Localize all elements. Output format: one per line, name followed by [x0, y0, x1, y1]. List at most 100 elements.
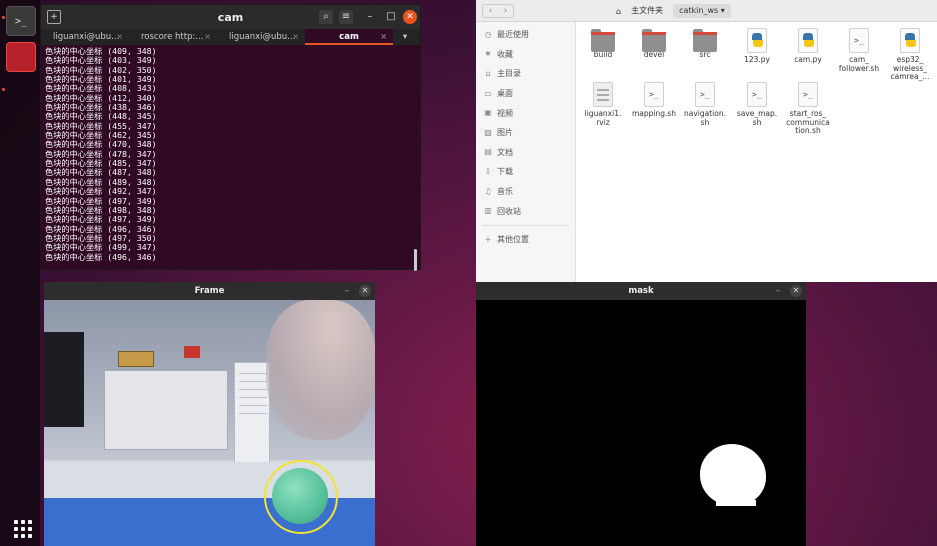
file-item[interactable]: devel — [628, 28, 680, 60]
detection-circle — [264, 460, 338, 534]
file-item[interactable]: >_ cam_ follower.sh — [833, 28, 885, 73]
file-item[interactable]: >_ mapping.sh — [628, 82, 680, 119]
minimize-icon[interactable]: – — [345, 282, 349, 300]
terminal-window[interactable]: + cam ⌕ ≡ – □ ✕ liguanxi@ubu... × roscore… — [40, 4, 421, 271]
breadcrumb-current[interactable]: catkin_ws ▾ — [673, 4, 731, 18]
file-manager-header: ‹ › ⌂ 主文件夹 catkin_ws ▾ — [476, 0, 937, 22]
breadcrumb-home[interactable]: 主文件夹 — [625, 4, 669, 18]
file-name: navigation. sh — [684, 109, 726, 127]
sidebar-item[interactable]: ▨ 图片 — [476, 123, 575, 143]
sidebar-item[interactable]: ♫ 音乐 — [476, 182, 575, 202]
image-icon: ▨ — [484, 127, 492, 137]
close-icon[interactable]: ✕ — [790, 285, 802, 297]
mask-titlebar[interactable]: mask – ✕ — [476, 282, 806, 300]
rviz-file-icon — [593, 82, 613, 107]
camera-flag — [184, 346, 200, 358]
camera-board — [118, 351, 154, 367]
sidebar: ◷ 最近使用 ★ 收藏 ⌂ 主目录 ▭ 桌面 ▣ 视频 ▨ 图片 ▤ 文档 ⇩ 下载 ♫ 音乐 ▥ 回收站 + 其他位置 — [476, 22, 576, 282]
file-name: devel — [643, 50, 665, 59]
camera-hand — [266, 300, 375, 440]
mask-blob-base — [716, 500, 756, 506]
search-icon[interactable]: ⌕ — [319, 10, 333, 24]
file-item[interactable]: >_ save_map. sh — [731, 82, 783, 127]
tab-roscore[interactable]: roscore http:... × — [129, 29, 217, 45]
file-manager-window[interactable]: ‹ › ⌂ 主文件夹 catkin_ws ▾ ◷ 最近使用 ★ 收藏 ⌂ 主目录 ▭ 桌面 ▣ 视… — [476, 0, 937, 282]
trash-icon: ▥ — [484, 206, 492, 216]
file-name: src — [699, 50, 711, 59]
close-tab-icon[interactable]: × — [292, 29, 299, 45]
file-name: save_map. sh — [736, 109, 778, 127]
close-tab-icon[interactable]: × — [380, 29, 387, 43]
frame-window[interactable]: Frame – ✕ — [44, 282, 375, 546]
script-file-icon: >_ — [644, 82, 664, 107]
terminal-launcher-icon[interactable]: >_ — [6, 6, 36, 36]
file-item[interactable]: src — [679, 28, 731, 60]
file-item[interactable]: >_ start_ros_ communica tion.sh — [782, 82, 834, 136]
close-icon[interactable]: ✕ — [403, 10, 417, 24]
maximize-icon[interactable]: □ — [384, 10, 398, 24]
show-applications-icon[interactable] — [14, 520, 32, 538]
tab-terminal-3[interactable]: liguanxi@ubu... × — [217, 29, 305, 45]
sidebar-item-label: 桌面 — [497, 89, 513, 99]
sidebar-item[interactable]: ▭ 桌面 — [476, 84, 575, 104]
tab-label: liguanxi@ubu... — [53, 32, 120, 42]
frame-titlebar[interactable]: Frame – ✕ — [44, 282, 375, 300]
menu-icon[interactable]: ≡ — [339, 10, 353, 24]
python-file-icon — [798, 28, 818, 53]
sidebar-item[interactable]: ⌂ 主目录 — [476, 64, 575, 84]
terminal-titlebar[interactable]: + cam ⌕ ≡ – □ ✕ — [41, 5, 420, 29]
sidebar-item-label: 音乐 — [497, 187, 513, 197]
sidebar-item[interactable]: ★ 收藏 — [476, 45, 575, 65]
file-item[interactable]: cam.py — [782, 28, 834, 65]
file-name: esp32_ wireless_ camrea_... — [890, 55, 930, 81]
file-item[interactable]: >_ navigation. sh — [679, 82, 731, 127]
tab-label: cam — [339, 32, 359, 42]
file-item[interactable]: build — [577, 28, 629, 60]
sidebar-item[interactable]: + 其他位置 — [476, 230, 575, 250]
mask-title: mask — [628, 286, 654, 296]
camera-cabinet — [104, 370, 228, 450]
file-name: mapping.sh — [631, 109, 677, 118]
download-icon: ⇩ — [484, 166, 492, 176]
close-tab-icon[interactable]: × — [116, 29, 123, 45]
sidebar-item-label: 下载 — [497, 167, 513, 177]
terminal-scrollbar[interactable] — [414, 249, 417, 271]
home-icon[interactable]: ⌂ — [616, 7, 621, 16]
clock-icon: ◷ — [484, 29, 492, 39]
back-icon[interactable]: ‹ — [483, 5, 498, 17]
file-item[interactable]: esp32_ wireless_ camrea_... — [884, 28, 936, 82]
file-item[interactable]: 123.py — [731, 28, 783, 65]
camera-monitor — [44, 332, 84, 427]
minimize-icon[interactable]: – — [776, 282, 780, 300]
mask-window[interactable]: mask – ✕ — [476, 282, 806, 546]
file-name: cam_ follower.sh — [838, 55, 880, 73]
forward-icon[interactable]: › — [498, 5, 513, 17]
file-name: cam.py — [794, 55, 822, 64]
tab-terminal-1[interactable]: liguanxi@ubu... × — [41, 29, 129, 45]
file-grid: build devel src 123.py cam.py >_ cam_ follower… — [576, 22, 937, 282]
file-item[interactable]: liguanxi1. rviz — [577, 82, 629, 127]
running-indicator — [2, 88, 5, 91]
sidebar-item[interactable]: ▤ 文档 — [476, 143, 575, 163]
terminal-line: 色块的中心坐标 (496, 346) — [45, 251, 157, 262]
sidebar-item[interactable]: ▥ 回收站 — [476, 201, 575, 221]
tabs-dropdown-icon[interactable]: ▾ — [393, 29, 417, 45]
video-icon: ▣ — [484, 108, 492, 118]
sidebar-item-label: 其他位置 — [497, 235, 529, 245]
sidebar-item[interactable]: ⇩ 下载 — [476, 162, 575, 182]
camera-frame-image — [44, 300, 375, 546]
sidebar-item[interactable]: ◷ 最近使用 — [476, 25, 575, 45]
mask-blob — [700, 444, 766, 506]
minimize-icon[interactable]: – — [363, 10, 377, 24]
script-file-icon: >_ — [695, 82, 715, 107]
file-name: 123.py — [744, 55, 770, 64]
script-file-icon: >_ — [849, 28, 869, 53]
app-launcher-icon[interactable] — [6, 42, 36, 72]
sidebar-item[interactable]: ▣ 视频 — [476, 103, 575, 123]
running-indicator — [2, 16, 5, 19]
tab-cam[interactable]: cam × — [305, 29, 393, 45]
terminal-output[interactable]: 色块的中心坐标 (409, 348) 色块的中心坐标 (403, 349) 色块的中… — [41, 45, 420, 264]
close-tab-icon[interactable]: × — [204, 29, 211, 45]
tab-label: liguanxi@ubu... — [229, 32, 296, 42]
close-icon[interactable]: ✕ — [359, 285, 371, 297]
